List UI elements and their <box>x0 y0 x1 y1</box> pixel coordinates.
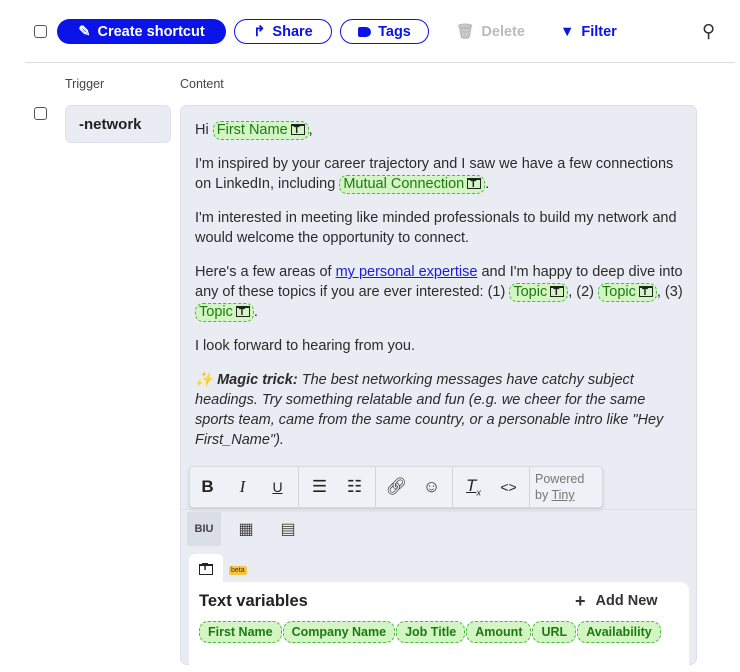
edit-icon: ✎ <box>78 23 91 40</box>
variable-list: First Name Company Name Job Title Amount URL… <box>199 621 662 643</box>
formatting-toggle-button[interactable]: BIU <box>187 512 221 546</box>
tag-icon <box>358 26 372 37</box>
create-shortcut-button[interactable]: ✎ Create shortcut <box>57 19 226 44</box>
text-variables-tab[interactable] <box>189 554 223 584</box>
filter-button[interactable]: ▼ Filter <box>560 19 617 44</box>
delete-button[interactable]: 🗑 Delete <box>456 19 525 44</box>
tiny-link[interactable]: Tiny <box>551 488 574 502</box>
variable-chip[interactable]: First Name <box>199 621 282 643</box>
variable-chip[interactable]: Amount <box>466 621 532 643</box>
variable-chip[interactable]: Availability <box>577 621 661 643</box>
plus-icon: + <box>575 591 586 611</box>
bullet-list-icon[interactable]: ☷ <box>337 477 372 497</box>
text-variables-title: Text variables <box>199 592 308 610</box>
beta-badge: beta <box>229 566 247 575</box>
variable-chip[interactable]: First Name <box>212 121 309 140</box>
link-icon[interactable]: 🔗︎ <box>379 477 414 497</box>
text-variable-icon <box>235 304 250 321</box>
emoji-icon[interactable]: ☺ <box>414 477 449 497</box>
filter-icon: ▼ <box>560 23 575 40</box>
row-checkbox[interactable] <box>34 107 47 120</box>
italic-button[interactable]: I <box>225 477 260 497</box>
trigger-header: Trigger <box>65 77 105 91</box>
search-icon[interactable]: ⚲ <box>702 21 715 42</box>
text-variable-icon <box>199 562 213 575</box>
variable-chip[interactable]: Mutual Connection <box>339 175 486 194</box>
editor-body[interactable]: Hi First Name, I'm inspired by your care… <box>195 120 685 464</box>
expertise-link[interactable]: my personal expertise <box>336 264 478 280</box>
content-header: Content <box>180 77 224 91</box>
trigger-field[interactable]: -network <box>65 105 171 143</box>
numbered-list-icon[interactable]: ☰ <box>302 477 337 497</box>
powered-by-tiny: Powered by Tiny <box>535 472 585 502</box>
clear-formatting-icon[interactable]: Tx <box>456 476 491 497</box>
underline-button[interactable]: U <box>260 479 295 495</box>
variable-chip[interactable]: Job Title <box>396 621 466 643</box>
select-all-checkbox[interactable] <box>34 25 47 38</box>
divider <box>25 62 735 63</box>
share-button[interactable]: ↱ Share <box>234 19 332 44</box>
text-variables-panel: Text variables + Add New First Name Compan… <box>189 582 689 672</box>
text-variable-icon <box>467 176 482 193</box>
clipboard-icon[interactable]: ▤ <box>271 512 305 546</box>
bold-button[interactable]: B <box>190 477 225 497</box>
add-new-button[interactable]: + Add New <box>575 591 658 611</box>
trash-icon: 🗑 <box>456 24 475 40</box>
paragraph: I'm interested in meeting like minded pr… <box>195 210 677 246</box>
text-variable-icon <box>290 122 305 139</box>
variable-chip[interactable]: Topic <box>598 283 657 302</box>
text-variable-icon <box>638 284 653 301</box>
variable-chip[interactable]: Topic <box>195 303 254 322</box>
tags-button[interactable]: Tags <box>340 19 429 44</box>
content-editor[interactable]: Hi First Name, I'm inspired by your care… <box>180 105 697 672</box>
sparkles-icon: ✨ <box>195 372 214 388</box>
variable-chip[interactable]: Company Name <box>282 621 396 643</box>
variable-chip[interactable]: Topic <box>509 283 569 302</box>
code-icon[interactable]: <> <box>491 479 526 495</box>
formatting-toolbar: B I U ☰ ☷ 🔗︎ ☺ Tx <> Powered by Tiny <box>189 466 603 508</box>
text-variable-icon <box>550 284 565 301</box>
variable-chip[interactable]: URL <box>532 621 577 643</box>
share-icon: ↱ <box>253 23 266 40</box>
paragraph: I look forward to hearing from you. <box>195 338 416 354</box>
calendar-icon[interactable]: ▦ <box>229 512 263 546</box>
